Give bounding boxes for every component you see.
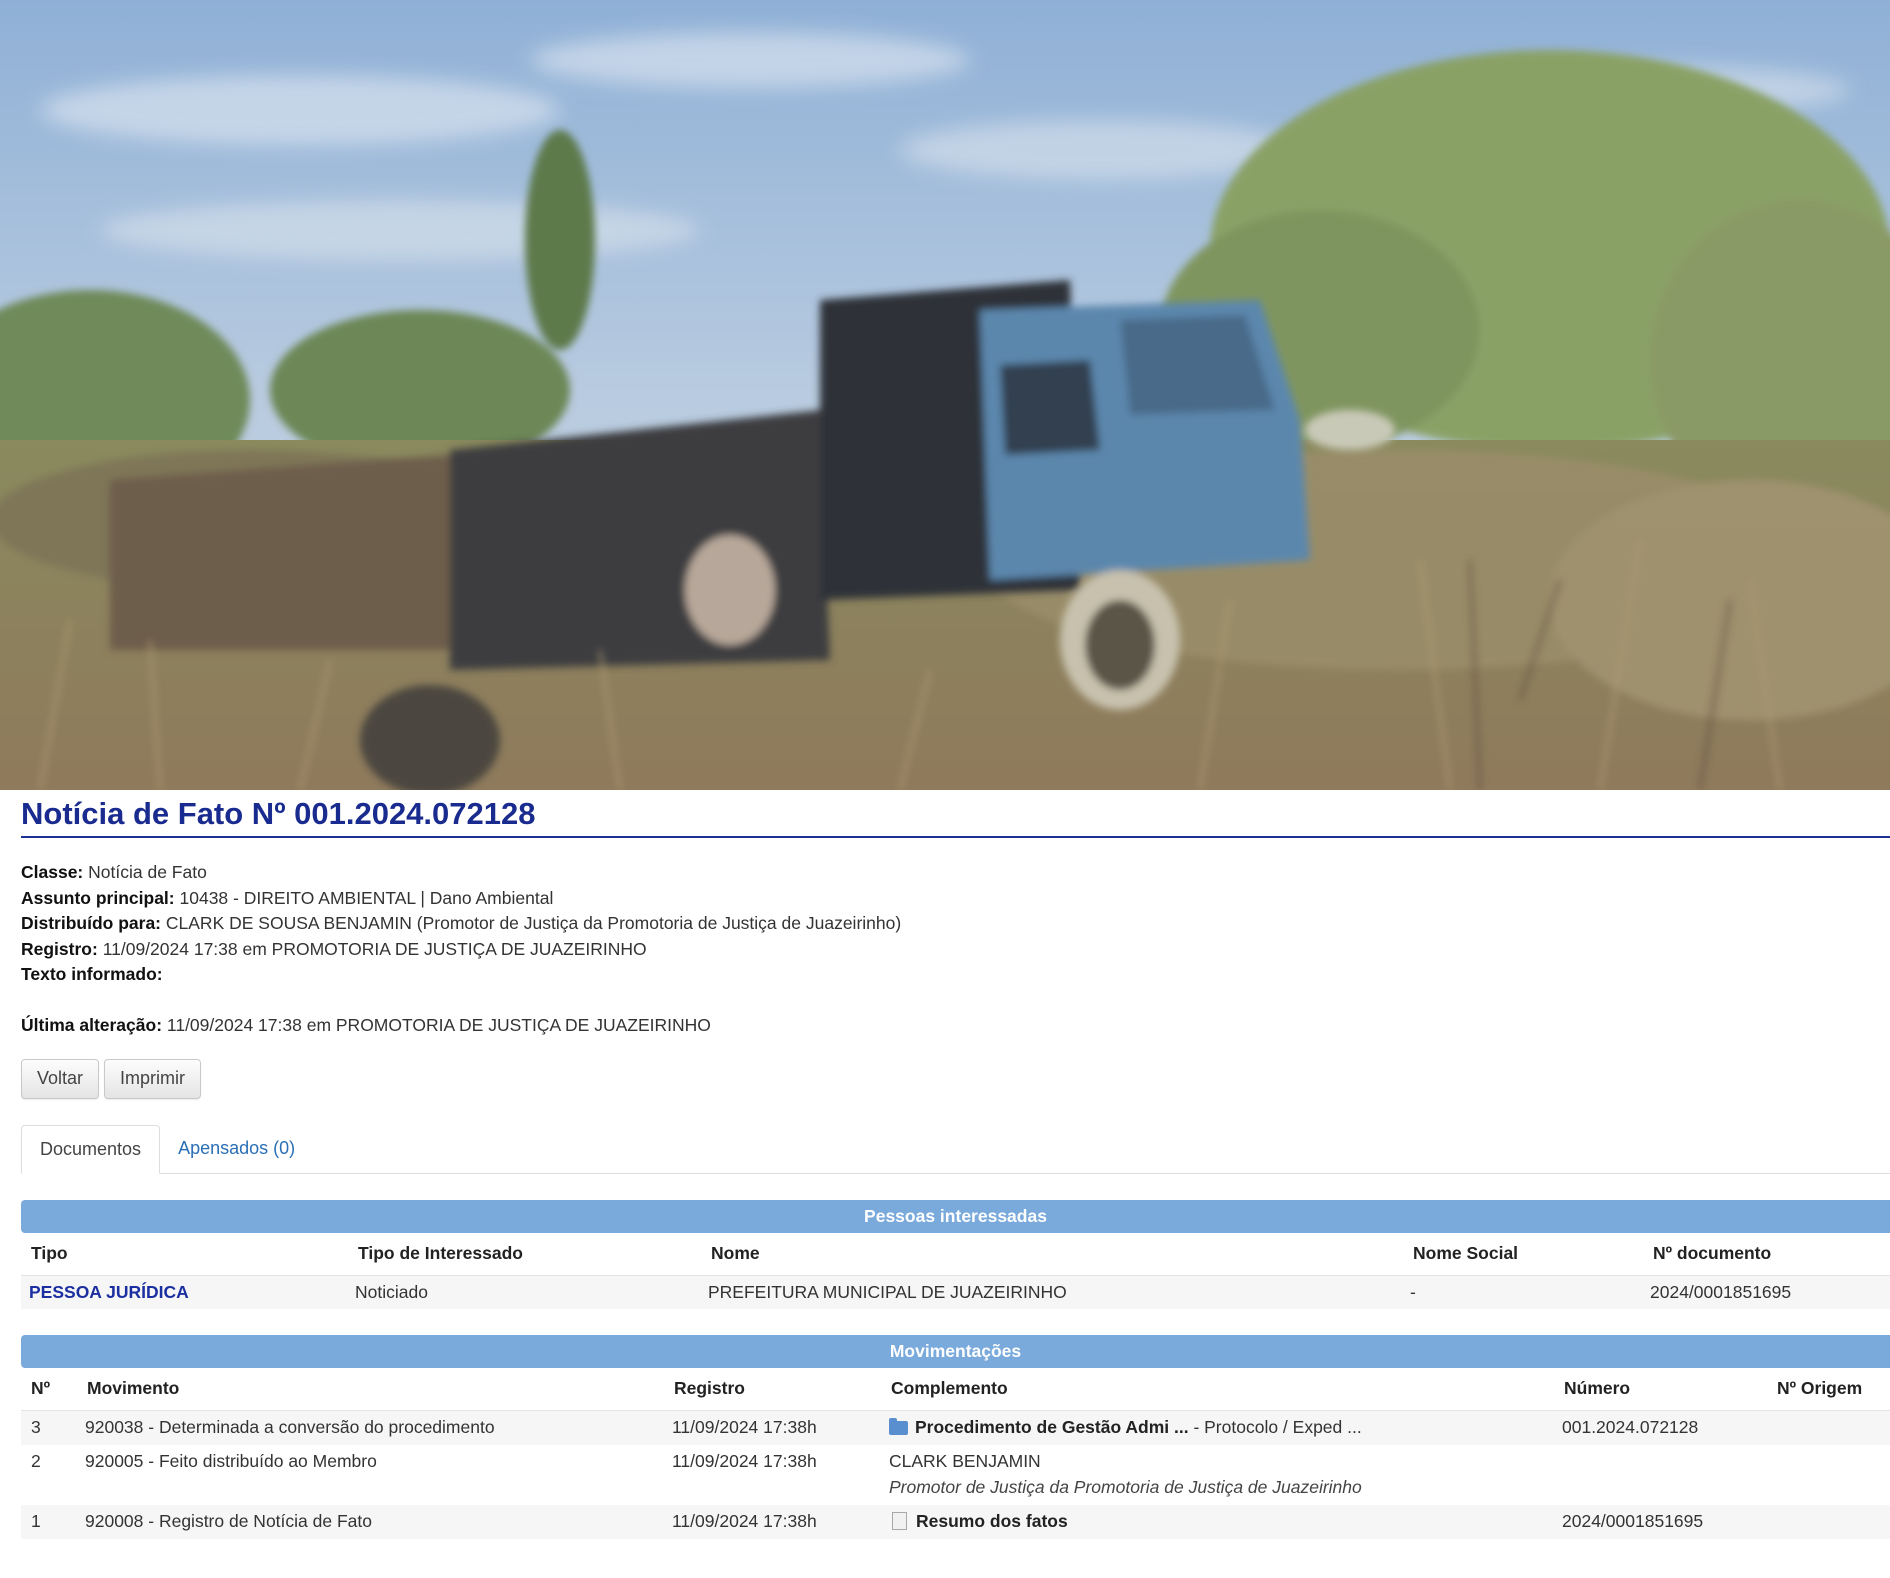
field-classe-value: Notícia de Fato: [88, 862, 207, 882]
field-ultima-label: Última alteração:: [21, 1015, 163, 1035]
movimentacoes-table: Nº Movimento Registro Complemento Número…: [21, 1368, 1890, 1539]
imprimir-button[interactable]: Imprimir: [104, 1058, 202, 1099]
table-row: PESSOA JURÍDICA Noticiado PREFEITURA MUN…: [21, 1275, 1890, 1309]
field-texto-label: Texto informado:: [21, 964, 163, 984]
pessoas-section: Pessoas interessadas Tipo Tipo de Intere…: [21, 1199, 1890, 1309]
col-tipo: Tipo: [31, 1243, 68, 1263]
mov-n: 1: [31, 1511, 41, 1531]
field-registro: Registro: 11/09/2024 17:38 em PROMOTORIA…: [21, 937, 1890, 963]
field-distribuido: Distribuído para: CLARK DE SOUSA BENJAMI…: [21, 911, 1890, 937]
field-registro-label: Registro:: [21, 938, 98, 959]
field-texto: Texto informado:: [21, 962, 1890, 988]
mov-complemento-rest: - Protocolo / Exped ...: [1188, 1417, 1362, 1437]
mov-n: 2: [31, 1450, 41, 1471]
field-assunto: Assunto principal: 10438 - DIREITO AMBIE…: [21, 886, 1890, 912]
pessoa-nome: PREFEITURA MUNICIPAL DE JUAZEIRINHO: [708, 1281, 1067, 1302]
field-distribuido-label: Distribuído para:: [21, 913, 162, 933]
col-tipo-interessado: Tipo de Interessado: [358, 1243, 523, 1263]
pessoa-tipo-link[interactable]: PESSOA JURÍDICA: [21, 1282, 348, 1303]
notice-details: Classe: Notícia de Fato Assunto principa…: [21, 860, 1890, 1039]
mov-numero: 001.2024.072128: [1562, 1417, 1699, 1437]
tab-documentos[interactable]: Documentos: [21, 1124, 161, 1174]
movimentacoes-section: Movimentações Nº Movimento Registro Comp…: [21, 1334, 1890, 1539]
mov-complemento: Resumo dos fatos: [881, 1511, 1554, 1532]
col-registro: Registro: [674, 1378, 745, 1398]
pessoas-table: Tipo Tipo de Interessado Nome Nome Socia…: [21, 1233, 1890, 1309]
field-assunto-label: Assunto principal:: [21, 887, 175, 908]
mov-registro: 11/09/2024 17:38h: [672, 1417, 817, 1437]
tab-apensados[interactable]: Apensados (0): [160, 1125, 313, 1173]
table-row: 3 920038 - Determinada a conversão do pr…: [21, 1410, 1890, 1445]
mov-registro: 11/09/2024 17:38h: [672, 1511, 817, 1531]
pessoas-header-row: Tipo Tipo de Interessado Nome Nome Socia…: [21, 1233, 1890, 1276]
col-n: Nº: [31, 1378, 51, 1398]
table-row: 1 920008 - Registro de Notícia de Fato 1…: [21, 1504, 1890, 1539]
field-distribuido-value: CLARK DE SOUSA BENJAMIN (Promotor de Jus…: [165, 913, 902, 933]
col-origem: Nº Origem: [1777, 1378, 1863, 1398]
page-title: Notícia de Fato Nº 001.2024.072128: [21, 796, 536, 831]
col-movimento: Movimento: [87, 1378, 180, 1398]
truck-in-brush-photo: [0, 0, 1890, 790]
pessoas-heading: Pessoas interessadas: [21, 1199, 1890, 1233]
mov-complemento-link[interactable]: Procedimento de Gestão Admi ...: [915, 1417, 1189, 1437]
title-divider: [21, 836, 1890, 838]
main-content: Notícia de Fato Nº 001.2024.072128 Class…: [21, 790, 1890, 1539]
col-complemento: Complemento: [891, 1378, 1008, 1398]
movimentacoes-header-row: Nº Movimento Registro Complemento Número…: [21, 1368, 1890, 1411]
mov-complemento-link[interactable]: Resumo dos fatos: [916, 1511, 1068, 1531]
movimentacoes-heading: Movimentações: [21, 1334, 1890, 1368]
field-classe-label: Classe:: [21, 862, 84, 882]
mov-movimento: 920005 - Feito distribuído ao Membro: [85, 1450, 377, 1471]
table-row: 2 920005 - Feito distribuído ao Membro 1…: [21, 1444, 1890, 1505]
mov-complemento-name: CLARK BENJAMIN: [889, 1450, 1041, 1471]
pessoa-nome-social: -: [1410, 1281, 1416, 1302]
col-documento: Nº documento: [1653, 1243, 1772, 1263]
mov-movimento: 920038 - Determinada a conversão do proc…: [85, 1417, 495, 1437]
field-texto-empty: [21, 988, 1890, 1014]
mov-registro: 11/09/2024 17:38h: [672, 1450, 817, 1471]
field-assunto-value: 10438 - DIREITO AMBIENTAL | Dano Ambient…: [179, 887, 554, 908]
field-ultima-value: 11/09/2024 17:38 em PROMOTORIA DE JUSTIÇ…: [166, 1015, 711, 1035]
col-numero: Número: [1564, 1378, 1631, 1398]
col-nome-social: Nome Social: [1413, 1243, 1519, 1263]
action-buttons: Voltar Imprimir: [21, 1058, 1890, 1099]
mov-complemento: CLARK BENJAMIN Promotor de Justiça da Pr…: [881, 1448, 1554, 1500]
pessoa-tipo-interessado: Noticiado: [355, 1281, 428, 1302]
mov-complemento-role: Promotor de Justiça da Promotoria de Jus…: [889, 1476, 1362, 1497]
tab-bar: Documentos Apensados (0): [21, 1124, 1890, 1174]
voltar-button[interactable]: Voltar: [21, 1058, 100, 1099]
mov-n: 3: [31, 1417, 41, 1437]
document-icon: [892, 1512, 907, 1530]
field-ultima: Última alteração: 11/09/2024 17:38 em PR…: [21, 1013, 1890, 1039]
folder-icon: [889, 1418, 908, 1435]
field-registro-value: 11/09/2024 17:38 em PROMOTORIA DE JUSTIÇ…: [102, 938, 647, 959]
pessoa-documento: 2024/0001851695: [1650, 1281, 1792, 1302]
field-classe: Classe: Notícia de Fato: [21, 860, 1890, 886]
mov-numero: 2024/0001851695: [1562, 1511, 1704, 1531]
news-photo: [0, 0, 1890, 790]
mov-complemento: Procedimento de Gestão Admi ... - Protoc…: [881, 1417, 1554, 1438]
col-nome: Nome: [711, 1243, 760, 1263]
mov-movimento: 920008 - Registro de Notícia de Fato: [85, 1511, 372, 1531]
